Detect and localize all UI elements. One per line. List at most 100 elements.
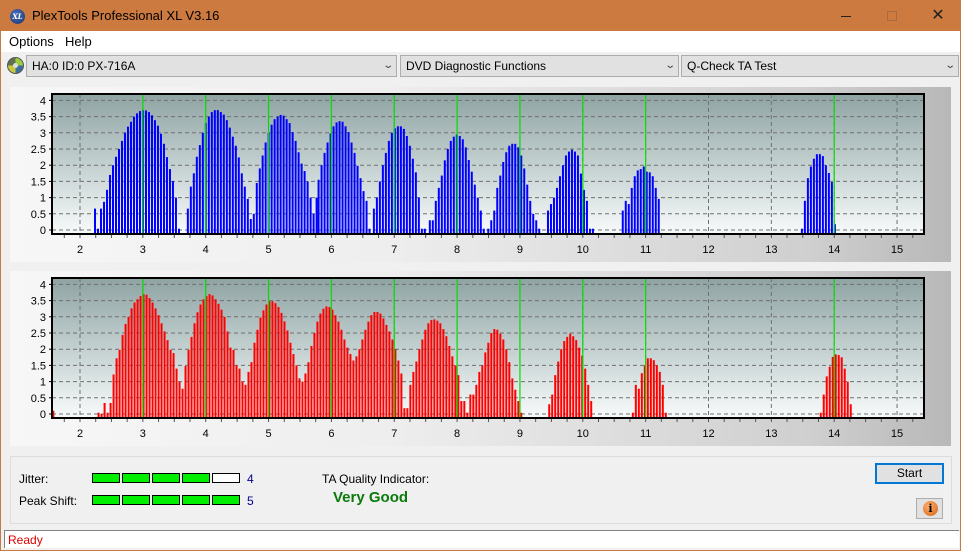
- bar: [271, 301, 274, 418]
- xl-logo-icon: XL: [10, 9, 25, 24]
- bar: [135, 113, 138, 234]
- meter-segment: [152, 473, 180, 483]
- bar: [198, 145, 201, 234]
- bar: [261, 155, 264, 234]
- app-window: XL PlexTools Professional XL V3.16 ✕ Opt…: [0, 0, 961, 551]
- bar: [830, 182, 833, 234]
- bar: [361, 339, 364, 418]
- close-button[interactable]: ✕: [915, 1, 961, 31]
- bar: [291, 132, 294, 234]
- bar: [479, 210, 482, 234]
- bar: [195, 156, 198, 234]
- bar: [390, 132, 393, 234]
- bar: [126, 126, 129, 234]
- bar: [430, 320, 433, 418]
- y-tick-label: 0: [40, 225, 46, 237]
- meter-segment: [182, 495, 210, 505]
- bar: [298, 378, 301, 418]
- bar: [109, 402, 112, 418]
- bar: [234, 145, 237, 234]
- bar: [292, 354, 295, 418]
- bar: [124, 323, 127, 418]
- bar: [561, 165, 564, 234]
- bar: [213, 110, 216, 234]
- bar: [332, 126, 335, 234]
- bar: [415, 361, 418, 418]
- start-button[interactable]: Start: [875, 463, 944, 484]
- bar: [440, 175, 443, 234]
- bar: [349, 354, 352, 418]
- bar: [346, 347, 349, 418]
- bar: [575, 340, 578, 418]
- bar: [806, 178, 809, 234]
- close-icon: ✕: [931, 7, 945, 24]
- bar: [288, 123, 291, 234]
- toolbar: HA:0 ID:0 PX-716A ⌄ DVD Diagnostic Funct…: [1, 52, 960, 80]
- bar: [285, 119, 288, 234]
- bar: [563, 341, 566, 418]
- maximize-button[interactable]: [869, 1, 915, 31]
- bar: [576, 155, 579, 234]
- menu-options[interactable]: Options: [9, 34, 54, 49]
- bar: [821, 156, 824, 234]
- bar: [310, 345, 313, 418]
- bar: [827, 172, 830, 234]
- bar: [340, 329, 343, 418]
- bar: [214, 299, 217, 418]
- info-button[interactable]: i: [916, 498, 943, 519]
- bar: [373, 311, 376, 418]
- bar: [470, 171, 473, 234]
- bar: [328, 307, 331, 418]
- bar: [157, 315, 160, 418]
- ta-quality-label: TA Quality Indicator:: [322, 472, 430, 486]
- bar: [502, 339, 505, 418]
- x-tick-label: 11: [640, 244, 651, 256]
- bar: [319, 313, 322, 418]
- bar: [309, 197, 312, 234]
- bar: [654, 187, 657, 234]
- bar: [637, 388, 640, 418]
- bar: [514, 389, 517, 418]
- menu-help[interactable]: Help: [65, 34, 92, 49]
- bar: [634, 384, 637, 418]
- bar: [387, 140, 390, 234]
- bar: [112, 165, 115, 234]
- bar: [649, 358, 652, 418]
- bar: [100, 208, 103, 234]
- bar: [490, 220, 493, 234]
- bar: [837, 355, 840, 418]
- bar: [201, 132, 204, 234]
- test-select[interactable]: Q-Check TA Test ⌄: [681, 55, 959, 77]
- bar: [323, 152, 326, 234]
- bar: [655, 365, 658, 418]
- bar: [225, 120, 228, 234]
- bar: [417, 197, 420, 234]
- y-tick-label: 3: [40, 128, 46, 140]
- bar: [312, 213, 315, 234]
- lands-chart-panel: 0 0.5 1 1.5 2 2.5 3 3.5 4 2 3 4 5 6 7 8 9 10 11 12 13 14 15: [10, 87, 951, 262]
- bar: [442, 329, 445, 418]
- bar: [144, 110, 147, 234]
- bar: [277, 307, 280, 418]
- bar: [648, 172, 651, 234]
- bar: [175, 368, 178, 418]
- bar: [315, 197, 318, 234]
- bar: [168, 169, 171, 234]
- bar: [154, 308, 157, 418]
- bar: [505, 349, 508, 418]
- bar: [828, 366, 831, 418]
- bar: [228, 127, 231, 234]
- drive-select[interactable]: HA:0 ID:0 PX-716A ⌄: [26, 55, 397, 77]
- bar: [103, 402, 106, 418]
- y-tick-label: 1: [40, 377, 46, 389]
- bar: [400, 373, 403, 418]
- bar: [270, 124, 273, 234]
- minimize-button[interactable]: [823, 1, 869, 31]
- bar: [402, 128, 405, 234]
- function-select[interactable]: DVD Diagnostic Functions ⌄: [400, 55, 679, 77]
- chevron-down-icon: ⌄: [663, 60, 676, 71]
- bar: [546, 210, 549, 234]
- bar: [378, 181, 381, 234]
- y-tick-label: 3: [40, 312, 46, 324]
- bar: [120, 140, 123, 234]
